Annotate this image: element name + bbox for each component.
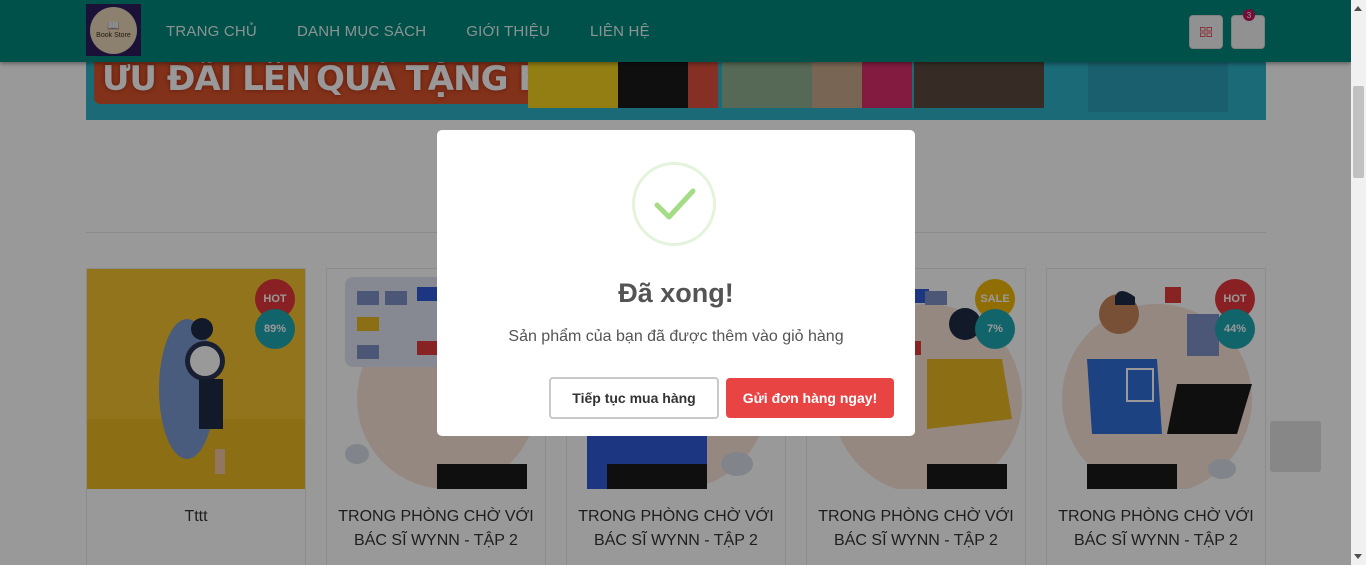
success-icon [632, 162, 716, 246]
continue-shopping-button[interactable]: Tiếp tục mua hàng [549, 377, 719, 419]
scroll-down-arrow-icon[interactable] [1354, 554, 1362, 559]
dialog-message: Sản phẩm của bạn đã được thêm vào giỏ hà… [508, 328, 844, 345]
scrollbar-thumb[interactable] [1353, 86, 1364, 178]
page-scrollbar[interactable] [1351, 0, 1366, 565]
scroll-up-arrow-icon[interactable] [1354, 6, 1362, 11]
send-order-button[interactable]: Gửi đơn hàng ngay! [726, 378, 894, 418]
dialog-title: Đã xong! [618, 278, 734, 308]
success-dialog: Đã xong! Sản phẩm của bạn đã được thêm v… [437, 130, 915, 436]
page: 📖 Book Store TRANG CHỦ DANH MỤC SÁCH GIỚ… [0, 0, 1351, 565]
